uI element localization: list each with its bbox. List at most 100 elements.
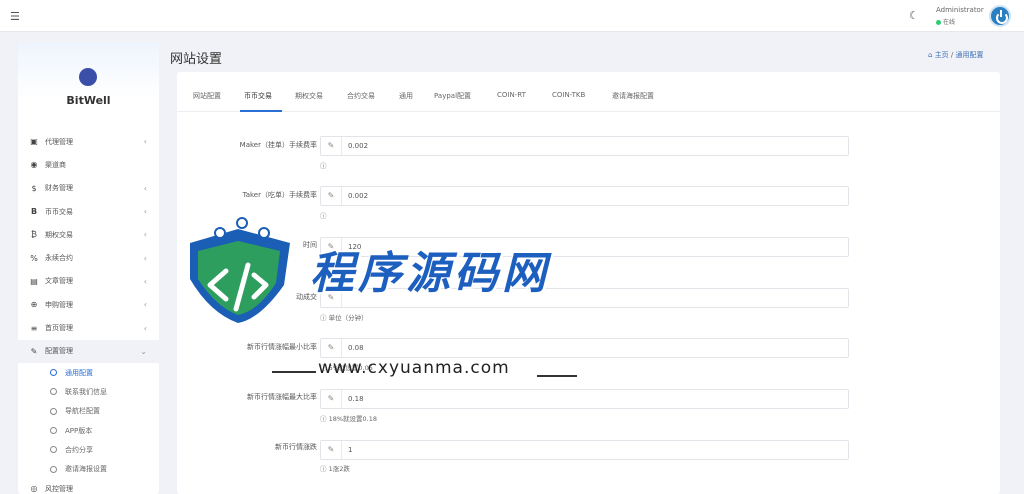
sidebar-item-subscription[interactable]: ⊕ 申购管理 ‹ <box>18 293 159 316</box>
user-status-text: 在线 <box>943 19 956 26</box>
sidebar-subitem-label: 邀请海报设置 <box>65 465 107 474</box>
pencil-icon: ✎ <box>321 441 342 459</box>
tab-contract-trading[interactable]: 合约交易 <box>347 91 375 101</box>
help-text: ⓘ 5%就设置0.05 <box>320 364 373 372</box>
sidebar-subitem-contact[interactable]: 联系我们信息 <box>18 382 159 401</box>
sidebar-item-agent[interactable]: ▣ 代理管理 ‹ <box>18 130 159 153</box>
dark-mode-icon[interactable]: ☾ <box>909 9 919 22</box>
sidebar-subitem-general[interactable]: 通用配置 <box>18 363 159 382</box>
help-text-content: 单位（分钟） <box>328 314 368 322</box>
chevron-left-icon: ‹ <box>143 276 147 286</box>
home-icon: ⌂ <box>928 51 933 59</box>
user-circle-icon: ◉ <box>30 160 38 170</box>
circle-icon <box>50 369 57 377</box>
field-value: 0.18 <box>348 395 364 403</box>
active-tab-indicator <box>240 110 282 112</box>
keyboard-icon: ▤ <box>30 276 38 286</box>
chevron-down-icon: ⌄ <box>140 346 147 356</box>
menu-toggle-icon[interactable]: ☰ <box>10 10 20 23</box>
tab-coin-tkb[interactable]: COIN-TKB <box>552 91 585 99</box>
sidebar-item-label: 配置管理 <box>45 347 73 356</box>
dollar-icon: $ <box>31 183 37 193</box>
new-coin-max-ratio-input[interactable]: ✎ 0.18 <box>320 389 849 409</box>
sidebar-item-spot[interactable]: B 币币交易 ‹ <box>18 200 159 223</box>
field-value: 0.002 <box>348 142 369 150</box>
sidebar-item-label: 期权交易 <box>45 230 73 239</box>
sidebar-subitem-contract-share[interactable]: 合约分享 <box>18 440 159 459</box>
sidebar-item-options[interactable]: ₿ 期权交易 ‹ <box>18 223 159 246</box>
lifebuoy-icon: ⊕ <box>30 300 38 310</box>
sidebar-item-label: 渠道商 <box>45 160 66 169</box>
breadcrumb-current: 通用配置 <box>955 51 984 59</box>
help-icon: ⓘ <box>320 212 327 220</box>
chevron-left-icon: ‹ <box>143 230 147 240</box>
wrench-icon: ✎ <box>30 346 38 356</box>
help-text-content: 5%就设置0.05 <box>328 364 373 372</box>
maker-fee-input[interactable]: ✎ 0.002 <box>320 136 849 156</box>
tab-site-config[interactable]: 网站配置 <box>193 91 221 101</box>
pencil-icon: ✎ <box>321 137 342 155</box>
tab-options-trading[interactable]: 期权交易 <box>295 91 323 101</box>
id-card-icon: ▣ <box>30 137 38 147</box>
sidebar-subitem-app-version[interactable]: APP版本 <box>18 421 159 440</box>
sidebar-item-label: 申购管理 <box>45 300 73 309</box>
sidebar-item-label: 首页管理 <box>45 324 73 333</box>
chevron-left-icon: ‹ <box>143 323 147 333</box>
auto-fill-input[interactable]: ✎ <box>320 288 849 308</box>
field-label: Taker（吃单）手续费率 <box>242 191 317 199</box>
tab-poster-config[interactable]: 邀请海报配置 <box>612 91 654 101</box>
new-coin-min-ratio-input[interactable]: ✎ 0.08 <box>320 338 849 358</box>
taker-fee-input[interactable]: ✎ 0.002 <box>320 186 849 206</box>
sidebar-subitem-label: 通用配置 <box>65 368 93 377</box>
chevron-left-icon: ‹ <box>143 207 147 217</box>
sidebar-subitem-navbar[interactable]: 导航栏配置 <box>18 402 159 421</box>
pencil-icon: ✎ <box>321 339 342 357</box>
pencil-icon: ✎ <box>321 238 342 256</box>
new-coin-direction-input[interactable]: ✎ 1 <box>320 440 849 460</box>
pencil-icon: ✎ <box>321 187 342 205</box>
time-input[interactable]: ✎ 120 <box>320 237 849 257</box>
pencil-icon: ✎ <box>321 390 342 408</box>
sidebar-item-channel[interactable]: ◉ 渠道商 <box>18 153 159 176</box>
tab-spot-trading[interactable]: 币币交易 <box>244 91 272 101</box>
page-title: 网站设置 <box>170 52 223 67</box>
help-text: ⓘ 单位（分钟） <box>320 314 368 322</box>
tab-coin-rt[interactable]: COIN-RT <box>497 91 526 99</box>
sidebar-subitem-poster[interactable]: 邀请海报设置 <box>18 459 159 478</box>
tab-paypal[interactable]: Paypal配置 <box>434 91 471 101</box>
sidebar-item-articles[interactable]: ▤ 文章管理 ‹ <box>18 270 159 293</box>
field-value: 0.002 <box>348 192 369 200</box>
field-label: 新币行情涨幅最大比率 <box>247 393 317 401</box>
help-text-content: 18%就设置0.18 <box>328 415 377 423</box>
tab-general[interactable]: 通用 <box>399 91 413 101</box>
chevron-left-icon: ‹ <box>143 183 147 193</box>
user-name: Administrator <box>936 6 984 14</box>
circle-icon <box>50 446 57 454</box>
breadcrumb-home[interactable]: 主页 <box>935 51 949 59</box>
sidebar-item-risk[interactable]: ◎ 风控管理 <box>18 479 159 494</box>
sidebar-item-label: 文章管理 <box>45 277 73 286</box>
field-label: 新币行情涨幅最小比率 <box>247 343 317 351</box>
bitcoin-icon: ₿ <box>31 230 37 240</box>
circle-icon <box>50 427 57 434</box>
sidebar-item-finance[interactable]: $ 财务管理 ‹ <box>18 177 159 200</box>
user-info[interactable]: Administrator 在线 <box>936 6 984 26</box>
circle-icon <box>50 388 57 396</box>
link-icon: % <box>30 253 38 263</box>
field-label: 时间 <box>303 241 317 249</box>
circle-icon <box>50 465 57 473</box>
user-status: 在线 <box>936 17 984 26</box>
help-text-content: 1涨2跌 <box>328 465 350 473</box>
sidebar-item-label: 永续合约 <box>45 254 73 263</box>
sidebar-item-label: 代理管理 <box>45 137 73 146</box>
sidebar-menu: ▣ 代理管理 ‹ ◉ 渠道商 $ 财务管理 ‹ B 币币交易 ‹ ₿ 期权交易 ‹ % 永续合约 ‹ … <box>18 130 159 494</box>
sidebar-subitem-label: 联系我们信息 <box>65 387 107 396</box>
sidebar-item-label: 币币交易 <box>45 207 73 216</box>
settings-tabs: 网站配置 币币交易 期权交易 合约交易 通用 Paypal配置 COIN-RT … <box>177 72 1000 112</box>
sidebar-item-perpetual[interactable]: % 永续合约 ‹ <box>18 246 159 269</box>
breadcrumb: ⌂ 主页 / 通用配置 <box>928 50 984 60</box>
avatar[interactable] <box>989 5 1011 27</box>
sidebar-item-home[interactable]: ≡ 首页管理 ‹ <box>18 316 159 339</box>
sidebar-item-config[interactable]: ✎ 配置管理 ⌄ <box>18 339 159 363</box>
help-icon: ⓘ <box>320 162 327 170</box>
